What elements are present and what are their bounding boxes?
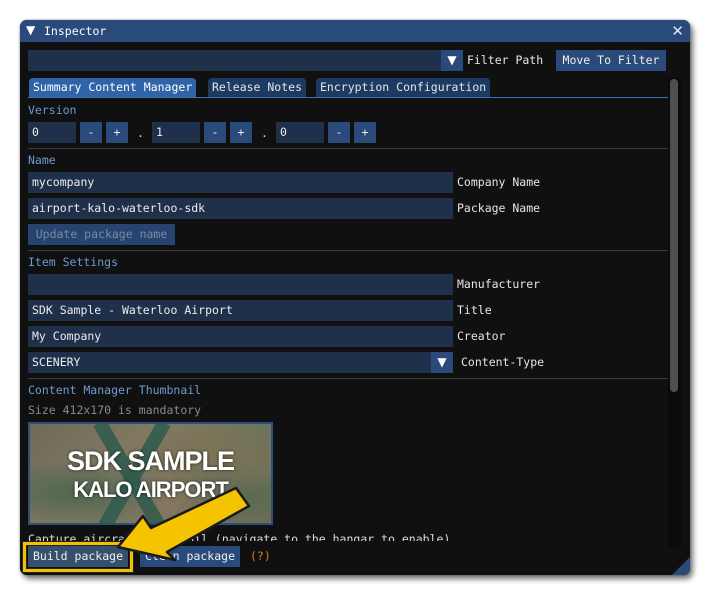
company-name-label: Company Name [457,175,541,189]
package-name-label: Package Name [457,201,541,215]
clean-package-button[interactable]: Clean package [140,546,240,567]
version-patch-input[interactable]: 0 [276,122,324,143]
close-icon[interactable]: ✕ [671,22,684,40]
tab-encryption-configuration[interactable]: Encryption Configuration [316,78,491,97]
thumbnail-size-note: Size 412x170 is mandatory [28,403,202,417]
version-minor-input[interactable]: 1 [152,122,200,143]
version-separator: . [261,126,268,140]
title-bar[interactable]: ▼ Inspector ✕ [20,20,690,42]
item-settings-heading: Item Settings [28,255,119,269]
version-heading: Version [28,103,77,117]
build-button-highlight [23,542,133,572]
package-name-input[interactable]: airport-kalo-waterloo-sdk [28,198,453,219]
thumbnail-heading: Content Manager Thumbnail [28,383,202,397]
update-package-name-button[interactable]: Update package name [28,224,175,245]
separator [28,378,668,379]
company-name-input[interactable]: mycompany [28,172,453,193]
scrollbar-thumb[interactable] [670,79,678,392]
version-minor-plus-button[interactable]: + [230,122,252,143]
version-separator: . [137,126,144,140]
move-to-filter-button[interactable]: Move To Filter [556,50,666,71]
filter-dropdown-icon[interactable]: ▼ [441,50,463,71]
version-minor-minus-button[interactable]: - [204,122,226,143]
capture-thumbnail-text: Capture aircraft thumbnail (navigate to … [28,532,451,541]
tab-summary-content-manager[interactable]: Summary Content Manager [29,78,197,97]
filter-path-label: Filter Path [467,53,544,67]
creator-label: Creator [457,329,506,343]
inspector-window: ▼ Inspector ✕ ▼ Filter Path Move To Filt… [20,20,690,575]
filter-path-input[interactable] [28,50,441,71]
version-major-plus-button[interactable]: + [106,122,128,143]
version-patch-minus-button[interactable]: - [328,122,350,143]
manufacturer-label: Manufacturer [457,277,541,291]
help-icon[interactable]: (?) [250,546,271,567]
content-type-dropdown-icon[interactable]: ▼ [431,352,453,373]
separator [28,148,668,149]
window-title: Inspector [44,24,107,38]
content-type-label: Content-Type [461,355,545,369]
separator [28,250,668,251]
tab-release-notes[interactable]: Release Notes [208,78,307,97]
thumbnail-title-line1: SDK SAMPLE [66,446,235,476]
resize-grip-icon[interactable] [672,557,690,575]
version-patch-plus-button[interactable]: + [354,122,376,143]
version-major-minus-button[interactable]: - [80,122,102,143]
title-input[interactable]: SDK Sample - Waterloo Airport [28,300,453,321]
title-label: Title [457,303,492,317]
collapse-icon[interactable]: ▼ [26,23,35,37]
name-heading: Name [28,153,56,167]
creator-input[interactable]: My Company [28,326,453,347]
thumbnail-title-line2: KALO AIRPORT [73,477,229,502]
content-type-select[interactable]: SCENERY [28,352,431,373]
tab-underline [28,97,668,98]
thumbnail-image: SDK SAMPLE KALO AIRPORT [28,422,273,525]
manufacturer-input[interactable] [28,274,453,295]
version-major-input[interactable]: 0 [28,122,76,143]
